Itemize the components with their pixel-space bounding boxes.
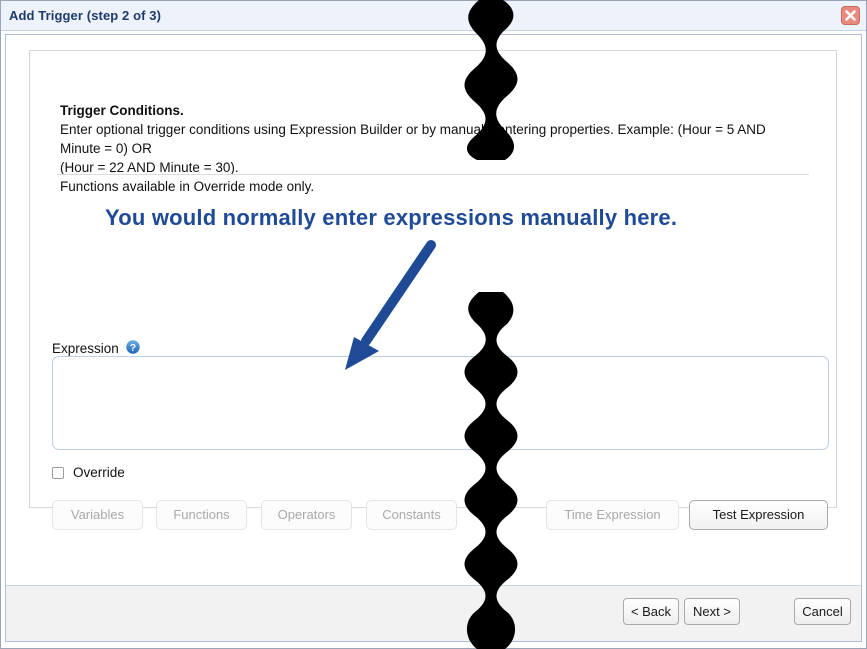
instructions-line-1: Enter optional trigger conditions using … <box>60 122 766 156</box>
help-icon[interactable]: ? <box>125 339 141 355</box>
functions-button[interactable]: Functions <box>156 500 247 530</box>
dialog-titlebar: Add Trigger (step 2 of 3) <box>1 1 866 31</box>
add-trigger-dialog: Add Trigger (step 2 of 3) Trigger Condit… <box>0 0 867 649</box>
section-divider <box>57 174 809 175</box>
close-icon[interactable] <box>841 6 860 25</box>
instructions-line-3: Functions available in Override mode onl… <box>60 179 315 194</box>
annotation-text: You would normally enter expressions man… <box>105 205 678 230</box>
expression-toolbar: Variables Functions Operators Constants … <box>52 500 829 530</box>
test-expression-button[interactable]: Test Expression <box>689 500 828 530</box>
dialog-title: Add Trigger (step 2 of 3) <box>9 8 162 23</box>
variables-button[interactable]: Variables <box>52 500 143 530</box>
expression-input[interactable] <box>52 356 829 450</box>
instructions-heading: Trigger Conditions. <box>60 103 184 118</box>
override-label: Override <box>73 465 125 480</box>
time-expression-button[interactable]: Time Expression <box>546 500 679 530</box>
cancel-button[interactable]: Cancel <box>794 598 851 625</box>
svg-text:?: ? <box>130 342 136 354</box>
override-row: Override <box>52 465 125 480</box>
dialog-content: Trigger Conditions. Enter optional trigg… <box>6 35 861 586</box>
screenshot-root: Add Trigger (step 2 of 3) Trigger Condit… <box>0 0 867 649</box>
trigger-conditions-panel: Trigger Conditions. Enter optional trigg… <box>29 50 837 530</box>
dialog-body: Trigger Conditions. Enter optional trigg… <box>5 34 862 642</box>
back-button[interactable]: < Back <box>623 598 679 625</box>
operators-button[interactable]: Operators <box>261 500 352 530</box>
next-button[interactable]: Next > <box>684 598 740 625</box>
instructions-block: Trigger Conditions. Enter optional trigg… <box>60 101 800 196</box>
constants-button[interactable]: Constants <box>366 500 457 530</box>
dialog-footer: < Back Next > Cancel <box>6 585 861 641</box>
expression-label: Expression <box>52 341 119 356</box>
override-checkbox[interactable] <box>52 466 64 479</box>
